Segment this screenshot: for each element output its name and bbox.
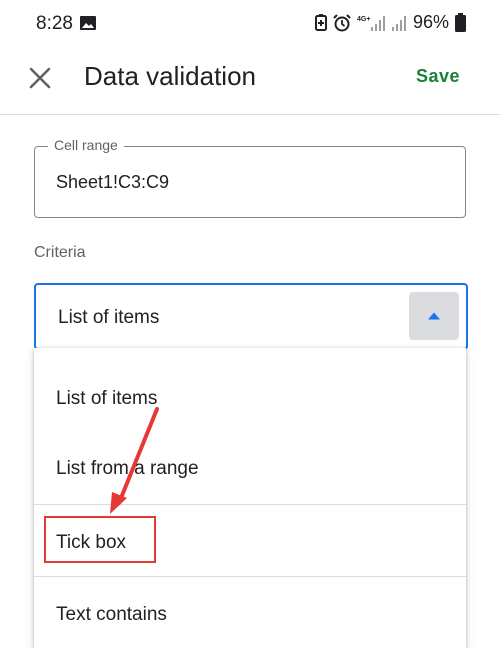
criteria-selected-value: List of items — [58, 307, 160, 328]
cell-range-value[interactable]: Sheet1!C3:C9 — [56, 172, 169, 193]
close-icon — [29, 67, 51, 89]
battery-icon — [455, 13, 466, 32]
option-text-contains[interactable]: Text contains — [34, 582, 466, 646]
close-button[interactable] — [24, 62, 56, 94]
option-list-of-items[interactable]: List of items — [34, 366, 466, 430]
dropdown-toggle-button[interactable] — [409, 292, 459, 340]
app-bar: Data validation Save — [0, 48, 500, 115]
gallery-icon — [80, 16, 96, 30]
status-bar: 8:28 4G+ 96% — [0, 0, 500, 48]
alarm-icon — [333, 13, 351, 31]
option-label: Text contains — [56, 604, 167, 625]
status-icons: 4G+ 96% — [314, 12, 466, 33]
option-label: List of items — [56, 388, 158, 409]
battery-saver-icon — [314, 14, 327, 31]
menu-divider — [34, 504, 466, 505]
signal-icon — [391, 15, 406, 31]
cell-range-label: Cell range — [48, 137, 124, 153]
signal-4g-icon: 4G+ — [357, 15, 385, 31]
option-label: List from a range — [56, 458, 199, 479]
status-time: 8:28 — [36, 13, 73, 34]
svg-text:4G+: 4G+ — [357, 16, 370, 23]
battery-percent: 96% — [412, 12, 449, 32]
criteria-dropdown[interactable]: List of items — [34, 283, 468, 350]
caret-up-icon — [428, 312, 440, 320]
criteria-label: Criteria — [34, 244, 86, 261]
criteria-options-menu: List of items List from a range Tick box… — [34, 348, 466, 648]
option-list-from-a-range[interactable]: List from a range — [34, 436, 466, 500]
page-title: Data validation — [84, 61, 256, 91]
annotation-highlight-box — [44, 516, 156, 563]
menu-divider — [34, 576, 466, 577]
save-button[interactable]: Save — [416, 66, 460, 87]
